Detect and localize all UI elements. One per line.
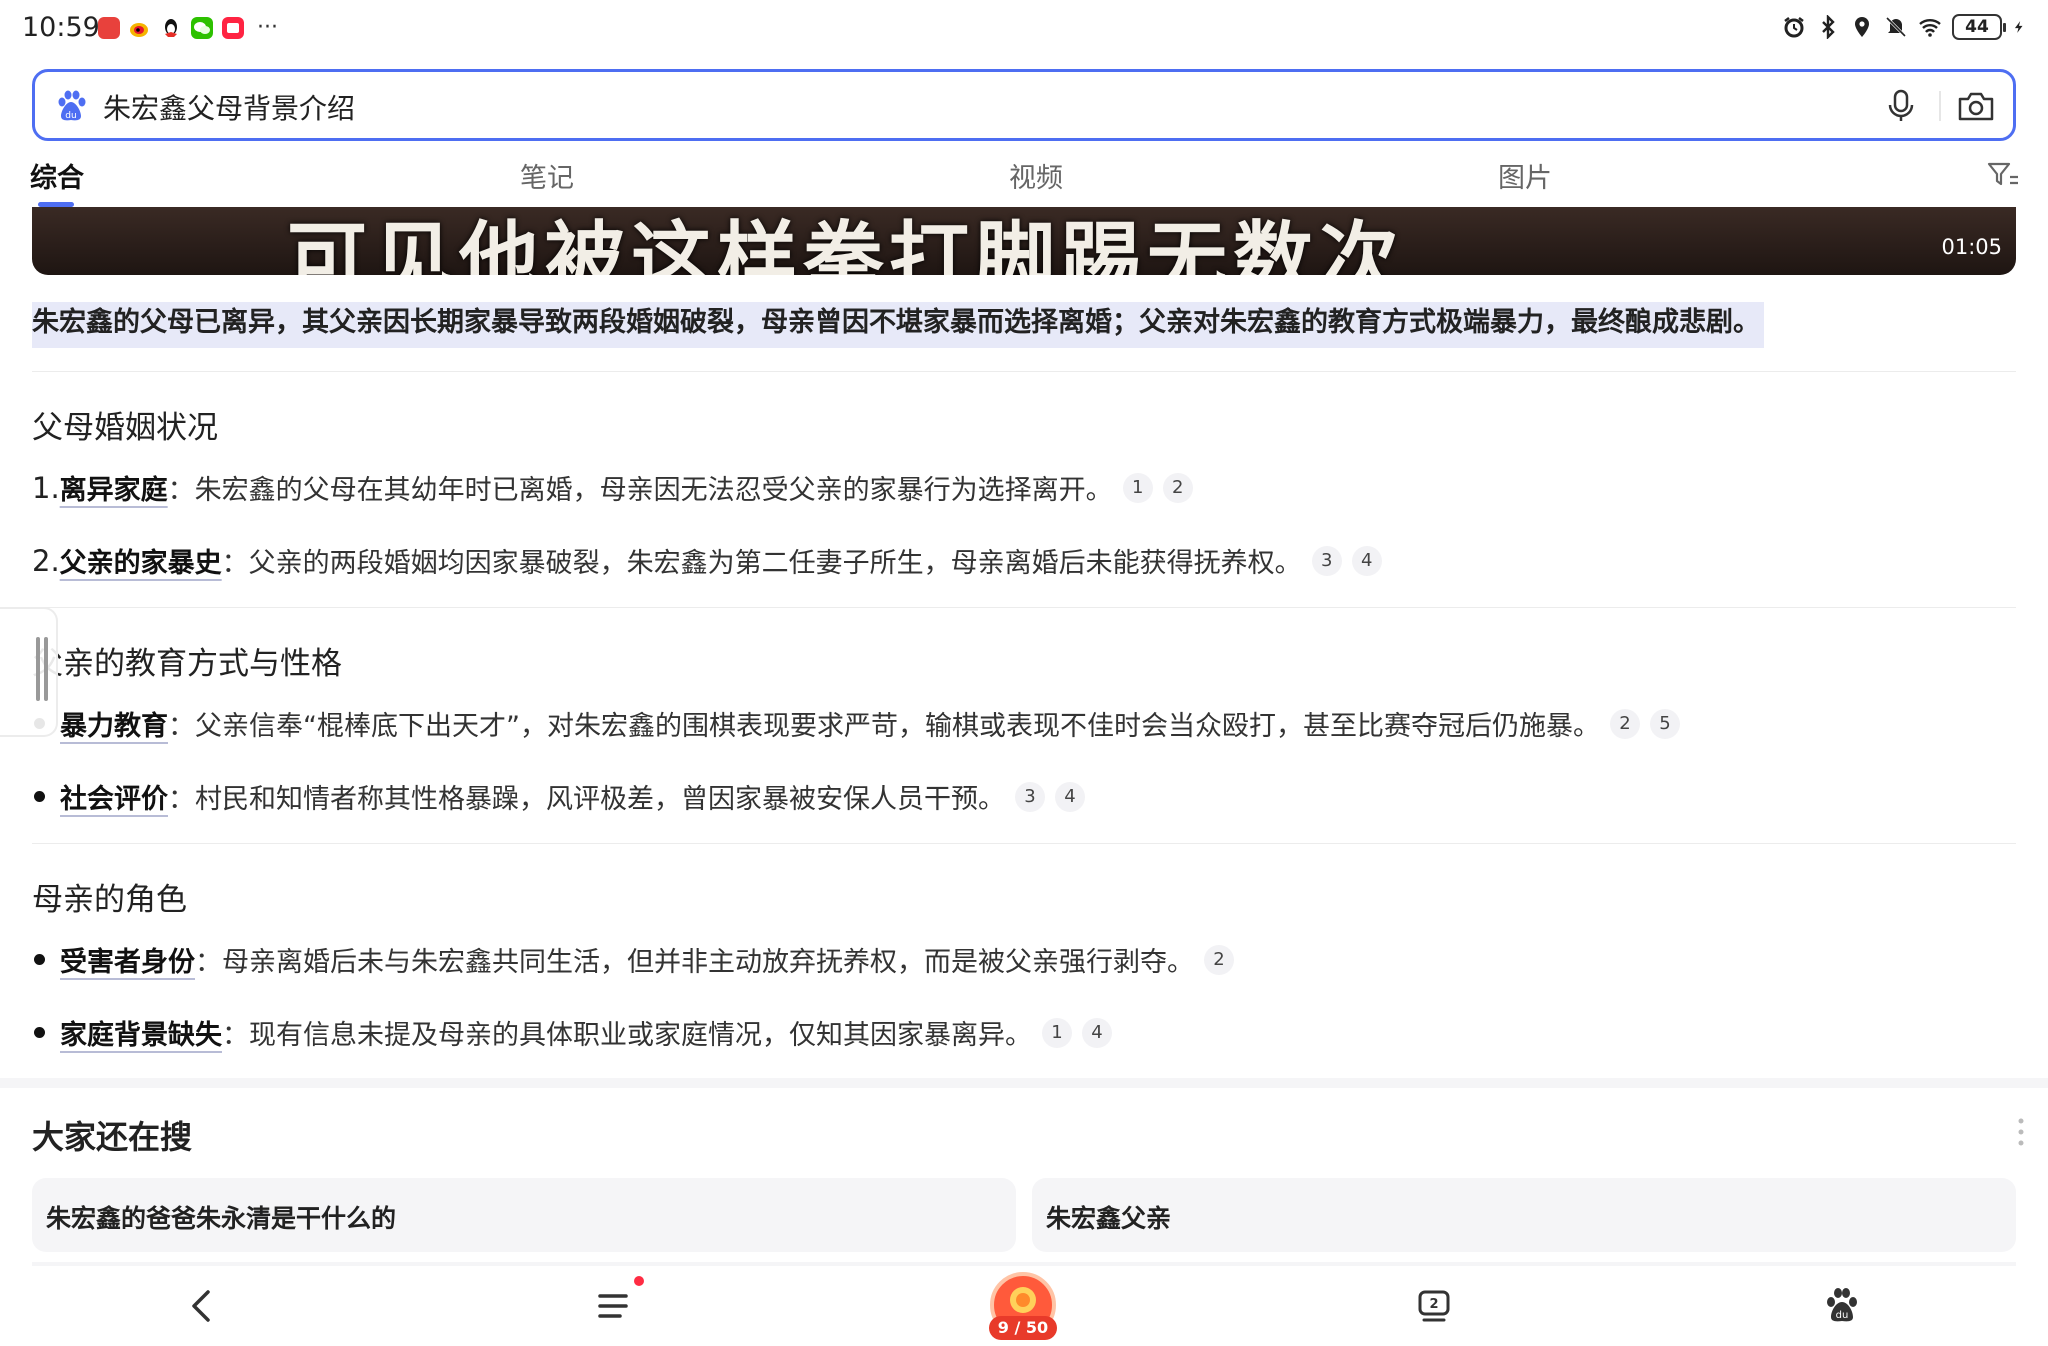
tabs-count: 2 [1429,1297,1438,1312]
item-keyword[interactable]: 社会评价 [60,777,168,816]
citation-badge[interactable]: 2 [1609,708,1640,739]
search-divider [1939,91,1941,121]
section-title-education: 父亲的教育方式与性格 [32,646,342,682]
tab-all[interactable]: 综合 [30,156,84,195]
list-item: 暴力教育 ：父亲信奉“棍棒底下出天才”，对朱宏鑫的围棋表现要求严苛，输棋或表现不… [32,704,1680,743]
red-app-icon [98,17,120,39]
battery-indicator: 44 [1952,14,2006,40]
citation-badge[interactable]: 2 [1204,944,1234,975]
list-item: 社会评价 ：村民和知情者称其性格暴躁，风评极差，曾因家暴被安保人员干预。 3 4 [32,777,1085,816]
citation-badge[interactable]: 4 [1082,1017,1112,1048]
list-marker: 1. [32,470,60,505]
status-indicators: 44 [1782,14,2026,40]
citation-badge[interactable]: 5 [1649,708,1680,739]
item-keyword[interactable]: 父亲的家暴史 [60,541,222,580]
grip-line [36,637,40,701]
microphone-icon[interactable] [1881,86,1921,126]
side-drag-handle[interactable] [0,607,58,737]
status-app-icons: ··· [98,17,278,39]
search-input[interactable]: 朱宏鑫父母背景介绍 [103,87,355,127]
item-text: ：现有信息未提及母亲的具体职业或家庭情况，仅知其因家暴离异。 [222,1020,1032,1051]
more-options-icon[interactable] [2016,1116,2026,1148]
list-item: 2. 父亲的家暴史 ：父亲的两段婚姻均因家暴破裂，朱宏鑫为第二任妻子所生，母亲离… [32,541,1382,580]
list-item: 受害者身份 ：母亲离婚后未与朱宏鑫共同生活，但并非主动放弃抚养权，而是被父亲强行… [32,940,1234,979]
answer-summary: 朱宏鑫的父母已离异，其父亲因长期家暴导致两段婚姻破裂，母亲曾因不堪家暴而选择离婚… [32,302,1764,348]
item-text: ：父亲信奉“棍棒底下出天才”，对朱宏鑫的围棋表现要求严苛，输棋或表现不佳时会当众… [168,711,1600,742]
citation-badge[interactable]: 3 [1015,781,1045,812]
grip-line [44,637,48,701]
mute-icon [1885,16,1907,38]
baidu-home-icon[interactable]: du [1816,1280,1868,1332]
search-tabs: 综合 笔记 视频 图片 [0,150,2048,207]
list-item: 家庭背景缺失 ：现有信息未提及母亲的具体职业或家庭情况，仅知其因家暴离异。 1 … [32,1013,1112,1052]
citation-badge[interactable]: 1 [1122,472,1153,503]
wechat-icon [191,17,213,39]
more-notifications: ··· [257,15,278,40]
weibo-icon [129,17,151,39]
section-divider [32,371,2016,372]
list-item: 1. 离异家庭 ：朱宏鑫的父母在其幼年时已离婚，母亲因无法忍受父亲的家暴行为选择… [32,468,1193,507]
item-text: ：村民和知情者称其性格暴躁，风评极差，曾因家暴被安保人员干预。 [168,784,1005,815]
wifi-icon [1919,19,1941,37]
citation-badge[interactable]: 3 [1311,545,1342,576]
tab-images[interactable]: 图片 [1498,156,1552,195]
bullet-marker [34,791,45,802]
status-bar: 10:59 ··· 44 [0,0,2048,58]
item-keyword[interactable]: 暴力教育 [60,704,168,743]
svg-text:du: du [65,111,76,121]
citation-badge[interactable]: 4 [1351,545,1382,576]
citation-badge[interactable]: 2 [1162,472,1193,503]
video-duration: 01:05 [1941,235,2002,259]
qq-icon [160,17,182,39]
section-divider [32,607,2016,608]
back-icon[interactable] [176,1280,228,1332]
item-text: ：母亲离婚后未与朱宏鑫共同生活，但并非主动放弃抚养权，而是被父亲强行剥夺。 [195,947,1194,978]
section-separator [0,1078,2048,1088]
item-keyword[interactable]: 离异家庭 [60,468,168,507]
item-keyword[interactable]: 受害者身份 [60,940,195,979]
charging-icon [2014,21,2023,33]
camera-icon[interactable] [1955,86,1997,126]
related-search-item[interactable]: 朱宏鑫父亲 [1032,1178,2016,1252]
menu-notification-dot [634,1276,644,1286]
item-text: ：朱宏鑫的父母在其幼年时已离婚，母亲因无法忍受父亲的家暴行为选择离开。 [167,475,1113,506]
location-icon [1855,17,1869,37]
tabs-icon[interactable]: 2 [1408,1280,1460,1332]
section-title-marriage: 父母婚姻状况 [32,410,218,446]
bullet-marker [34,954,45,965]
citation-badge[interactable]: 4 [1055,781,1085,812]
video-thumbnail[interactable]: 可见他被这样拳打脚踢无数次 01:05 [32,207,2016,275]
search-bar[interactable]: du 朱宏鑫父母背景介绍 [32,69,2016,141]
section-title-mother: 母亲的角色 [32,882,187,918]
baidu-paw-icon: du [58,90,86,121]
filter-icon[interactable] [1986,160,2020,190]
bullet-marker [34,1027,45,1038]
status-time: 10:59 [22,12,100,43]
svg-text:du: du [1836,1310,1849,1321]
related-search-item[interactable]: 朱宏鑫的爸爸朱永清是干什么的 [32,1178,1016,1252]
video-caption: 可见他被这样拳打脚踢无数次 [287,213,1405,275]
related-searches-title: 大家还在搜 [32,1118,193,1156]
citation-badge[interactable]: 1 [1042,1017,1072,1048]
bottom-navigation: 9 / 50 2 du [0,1266,2048,1346]
bluetooth-icon [1822,15,1835,39]
item-keyword[interactable]: 家庭背景缺失 [60,1013,222,1052]
section-divider [32,843,2016,844]
tab-videos[interactable]: 视频 [1009,156,1063,195]
alarm-icon [1784,17,1804,38]
list-marker: 2. [32,543,60,578]
red-square-icon [222,17,244,39]
tab-notes[interactable]: 笔记 [520,156,574,195]
menu-icon[interactable] [588,1280,640,1332]
task-progress-label: 9 / 50 [989,1316,1057,1340]
item-text: ：父亲的两段婚姻均因家暴破裂，朱宏鑫为第二任妻子所生，母亲离婚后未能获得抚养权。 [221,548,1302,579]
